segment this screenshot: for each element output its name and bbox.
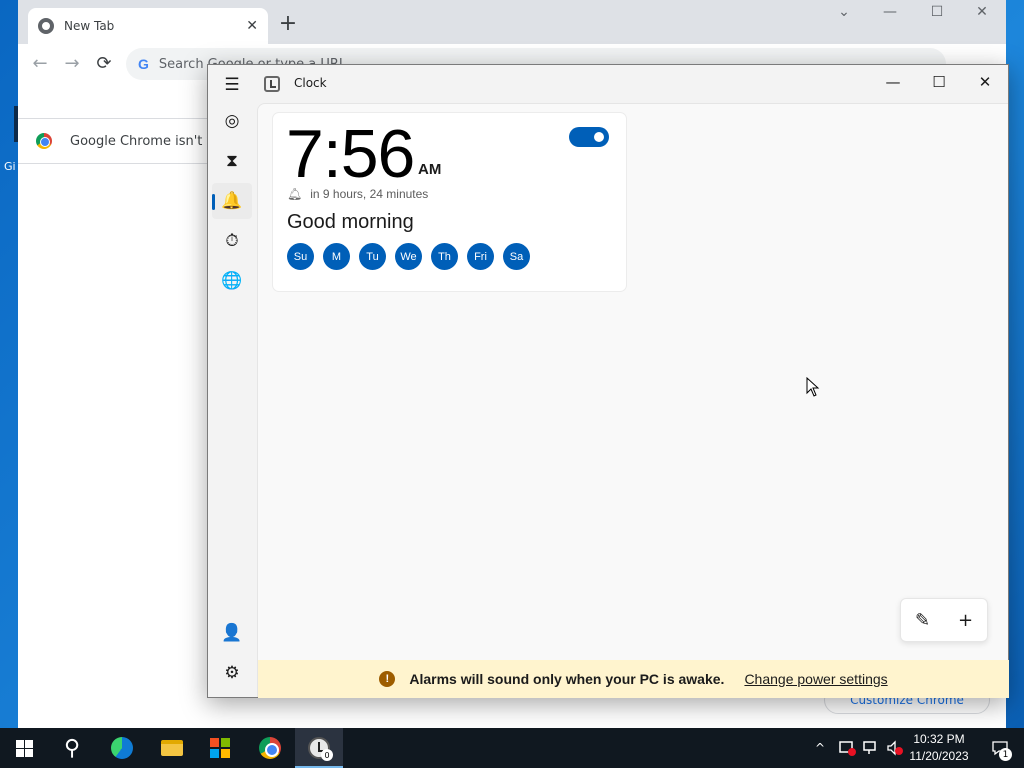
clock-app-icon bbox=[264, 76, 280, 92]
security-tray-icon[interactable] bbox=[838, 728, 856, 768]
chrome-icon bbox=[259, 737, 281, 759]
stopwatch-icon[interactable]: ⏱ bbox=[212, 223, 252, 259]
alarm-toggle[interactable] bbox=[569, 127, 609, 147]
folder-icon bbox=[161, 740, 183, 756]
world-clock-icon[interactable]: 🌐 bbox=[212, 263, 252, 299]
timer-icon[interactable]: ⧗ bbox=[212, 143, 252, 179]
desktop-icon-partial[interactable]: Gi bbox=[0, 104, 18, 173]
clock-badge: 0 bbox=[321, 749, 333, 761]
day-badge: Su bbox=[287, 243, 314, 270]
volume-muted-tray-icon[interactable] bbox=[886, 728, 904, 768]
account-icon[interactable]: 👤 bbox=[212, 615, 252, 651]
chrome-close-button[interactable]: ✕ bbox=[968, 4, 996, 20]
alarm-remaining-text: in 9 hours, 24 minutes bbox=[310, 187, 429, 201]
day-badge: Th bbox=[431, 243, 458, 270]
clock-app-title: Clock bbox=[294, 76, 327, 90]
chrome-new-tab-button[interactable]: + bbox=[276, 12, 300, 36]
banner-message: Alarms will sound only when your PC is a… bbox=[409, 671, 725, 687]
clock-maximize-button[interactable]: ☐ bbox=[916, 65, 962, 99]
taskbar-clock[interactable]: 0 bbox=[295, 728, 343, 768]
chrome-favicon-icon bbox=[38, 18, 54, 34]
chrome-tab-title: New Tab bbox=[64, 19, 115, 33]
start-button[interactable] bbox=[0, 728, 48, 768]
alarm-icon[interactable]: 🔔 bbox=[212, 183, 252, 219]
tray-chevron-icon[interactable]: ^ bbox=[815, 728, 825, 768]
desktop-icon-label: Gi bbox=[4, 160, 16, 173]
chrome-tab-close-icon[interactable]: ✕ bbox=[246, 18, 258, 34]
chrome-minimize-button[interactable]: — bbox=[876, 4, 904, 20]
alarm-days: Su M Tu We Th Fri Sa bbox=[287, 243, 530, 270]
tray-clock[interactable]: 10:32 PM 11/20/2023 bbox=[904, 731, 974, 765]
notification-center-icon[interactable]: 1 bbox=[980, 728, 1020, 768]
mouse-cursor-icon bbox=[806, 377, 820, 397]
alarm-remaining-row: 🔔︎ in 9 hours, 24 minutes bbox=[287, 187, 428, 201]
bell-icon: 🔔︎ bbox=[287, 187, 303, 201]
change-power-settings-link[interactable]: Change power settings bbox=[744, 671, 887, 687]
taskbar: ⚲ 0 ^ 10:32 PM 11/20/2023 1 bbox=[0, 728, 1024, 768]
alarm-time: 7:56 bbox=[286, 116, 415, 192]
back-icon[interactable]: ← bbox=[28, 52, 52, 76]
chrome-tab-search-icon[interactable]: ⌄ bbox=[830, 4, 858, 20]
windows-logo-icon bbox=[15, 739, 33, 757]
focus-sessions-icon[interactable]: ◎ bbox=[212, 103, 252, 139]
alarm-ampm: AM bbox=[418, 161, 442, 178]
taskbar-file-explorer[interactable] bbox=[148, 728, 196, 768]
taskbar-chrome[interactable] bbox=[246, 728, 294, 768]
chrome-logo-icon bbox=[36, 133, 52, 149]
chrome-maximize-button[interactable]: ☐ bbox=[923, 4, 951, 20]
tray-time: 10:32 PM bbox=[913, 732, 965, 746]
day-badge: Tu bbox=[359, 243, 386, 270]
reload-icon[interactable]: ⟳ bbox=[92, 52, 116, 76]
clock-nav-rail: ☰ ◎ ⧗ 🔔 ⏱ 🌐 👤 ⚙ bbox=[208, 65, 256, 697]
settings-gear-icon[interactable]: ⚙ bbox=[212, 655, 252, 691]
alarm-page: 7:56 AM 🔔︎ in 9 hours, 24 minutes Good m… bbox=[257, 103, 1009, 698]
hamburger-menu-icon[interactable]: ☰ bbox=[212, 67, 252, 103]
power-warning-banner: ! Alarms will sound only when your PC is… bbox=[258, 660, 1009, 698]
day-badge: We bbox=[395, 243, 422, 270]
day-badge: Fri bbox=[467, 243, 494, 270]
alarm-card[interactable]: 7:56 AM 🔔︎ in 9 hours, 24 minutes Good m… bbox=[272, 112, 627, 292]
chrome-tabstrip: New Tab ✕ + ⌄ — ☐ ✕ bbox=[18, 0, 1006, 44]
taskbar-store[interactable] bbox=[196, 728, 244, 768]
search-icon[interactable]: ⚲ bbox=[48, 728, 96, 768]
day-badge: M bbox=[323, 243, 350, 270]
network-tray-icon[interactable] bbox=[862, 728, 880, 768]
chrome-tab-new-tab[interactable]: New Tab ✕ bbox=[28, 8, 268, 44]
edge-icon bbox=[111, 737, 133, 759]
edit-alarms-pencil-icon[interactable]: ✎ bbox=[901, 599, 944, 641]
clock-titlebar[interactable]: Clock — ☐ ✕ bbox=[208, 65, 1008, 103]
alarm-name: Good morning bbox=[287, 211, 414, 233]
tray-date: 11/20/2023 bbox=[909, 749, 969, 763]
alarm-actions: ✎ + bbox=[900, 598, 988, 642]
notification-count: 1 bbox=[999, 748, 1012, 761]
google-g-icon: G bbox=[138, 56, 149, 72]
forward-icon[interactable]: → bbox=[60, 52, 84, 76]
alarm-toggle-knob bbox=[594, 132, 604, 142]
clock-window: Clock — ☐ ✕ ☰ ◎ ⧗ 🔔 ⏱ 🌐 👤 ⚙ 7:56 AM 🔔︎ i… bbox=[207, 64, 1009, 698]
clock-minimize-button[interactable]: — bbox=[870, 65, 916, 99]
clock-close-button[interactable]: ✕ bbox=[962, 65, 1008, 99]
warning-icon: ! bbox=[379, 671, 396, 687]
rail-selection-indicator bbox=[212, 194, 215, 210]
taskbar-edge[interactable] bbox=[98, 728, 146, 768]
store-icon bbox=[210, 738, 230, 758]
day-badge: Sa bbox=[503, 243, 530, 270]
add-alarm-plus-icon[interactable]: + bbox=[944, 599, 987, 641]
